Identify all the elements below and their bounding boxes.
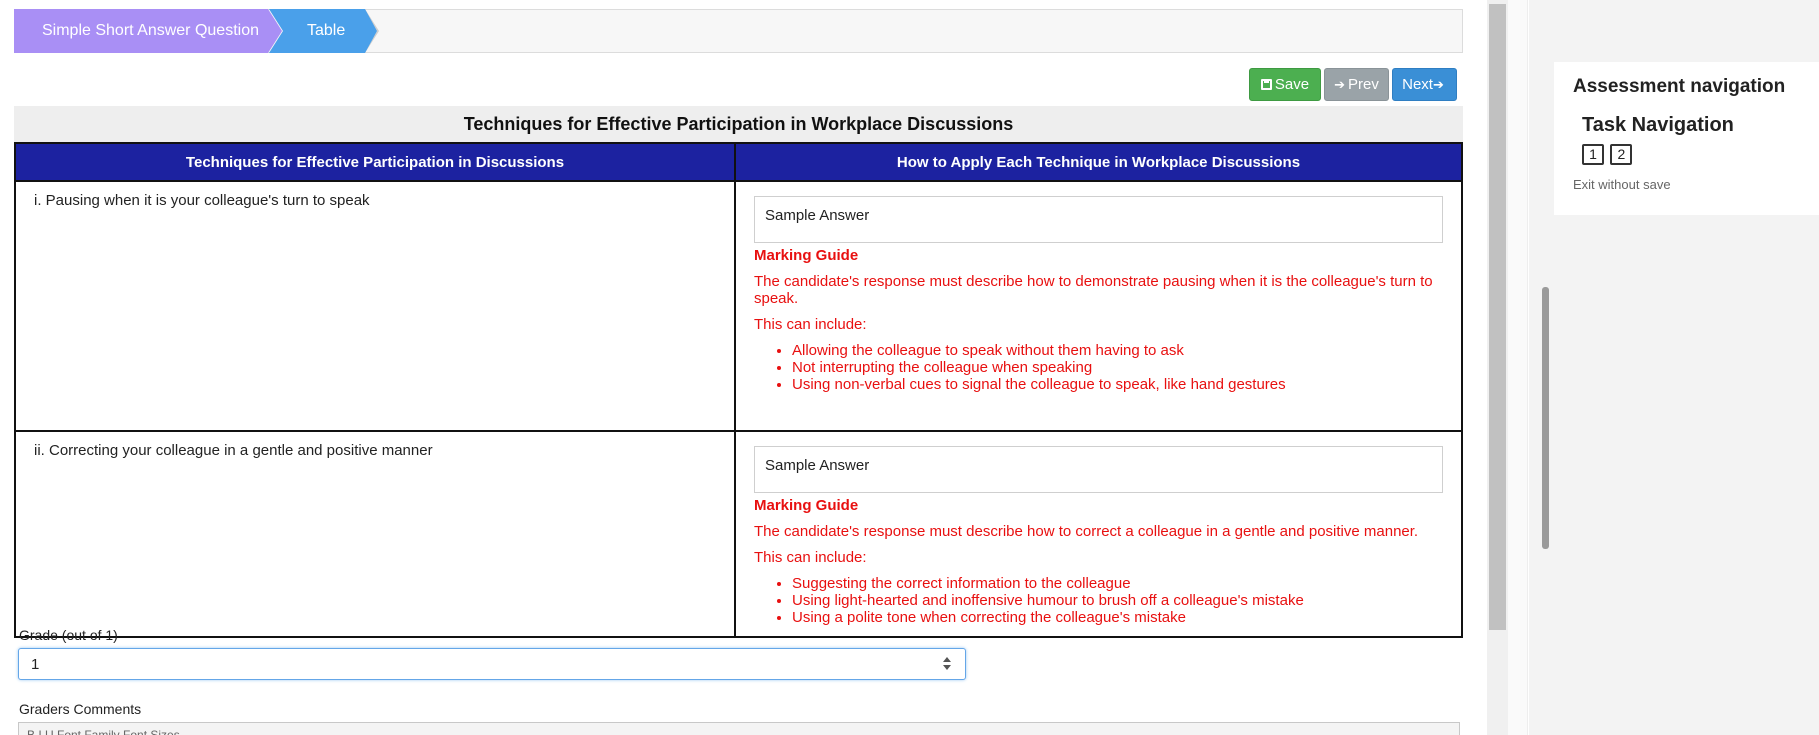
comments-editor-toolbar[interactable]: B I U Font Family Font Sizes	[18, 722, 1460, 735]
marking-guide-include: This can include:	[754, 316, 867, 333]
breadcrumb-item-simple-short-answer[interactable]: Simple Short Answer Question	[14, 9, 282, 53]
graders-comments-label: Graders Comments	[19, 701, 142, 717]
breadcrumb: Simple Short Answer Question Table	[14, 9, 1463, 53]
breadcrumb-item-table[interactable]: Table	[269, 9, 377, 53]
scrollbar-thumb[interactable]	[1489, 4, 1506, 630]
technique-cell: ii. Correcting your colleague in a gentl…	[14, 430, 736, 638]
answer-cell: Sample Answer Marking Guide The candidat…	[734, 430, 1463, 638]
column-header-techniques: Techniques for Effective Participation i…	[14, 142, 736, 182]
grade-label: Grade (out of 1)	[19, 627, 118, 643]
answer-field[interactable]: Sample Answer	[754, 446, 1443, 493]
marking-guide-list: Allowing the colleague to speak without …	[792, 342, 1443, 393]
arrow-right-icon: ➔	[1432, 77, 1444, 92]
spinner-arrows-icon[interactable]	[940, 656, 954, 672]
list-item: Not interrupting the colleague when spea…	[792, 359, 1443, 376]
marking-guide-include: This can include:	[754, 549, 867, 566]
technique-cell: i. Pausing when it is your colleague's t…	[14, 180, 736, 432]
next-label: Next	[1402, 76, 1433, 93]
list-item: Suggesting the correct information to th…	[792, 575, 1443, 592]
list-item: Allowing the colleague to speak without …	[792, 342, 1443, 359]
marking-guide-title: Marking Guide	[754, 497, 859, 514]
prev-label: Prev	[1348, 76, 1379, 93]
assessment-navigation-title: Assessment navigation	[1573, 76, 1786, 97]
save-button[interactable]: Save	[1249, 68, 1321, 101]
prev-button[interactable]: ➔ Prev	[1324, 68, 1389, 101]
task-number-list: 1 2	[1582, 144, 1634, 165]
panel-scrollbar-thumb[interactable]	[1542, 287, 1549, 549]
task-number-2[interactable]: 2	[1610, 144, 1633, 165]
gutter	[1508, 0, 1528, 735]
marking-guide-text: The candidate's response must describe h…	[754, 273, 1433, 307]
table-title: Techniques for Effective Participation i…	[14, 106, 1463, 142]
save-label: Save	[1274, 76, 1310, 93]
grade-input[interactable]	[18, 648, 966, 680]
answer-cell: Sample Answer Marking Guide The candidat…	[734, 180, 1463, 432]
list-item: Using non-verbal cues to signal the coll…	[792, 376, 1443, 393]
floppy-icon	[1260, 79, 1272, 90]
table-row: ii. Correcting your colleague in a gentl…	[14, 430, 1463, 638]
marking-guide-list: Suggesting the correct information to th…	[792, 575, 1443, 626]
exit-without-save-link[interactable]: Exit without save	[1573, 177, 1671, 192]
column-header-how-to-apply: How to Apply Each Technique in Workplace…	[734, 142, 1463, 182]
task-navigation-title: Task Navigation	[1582, 114, 1734, 136]
task-number-1[interactable]: 1	[1582, 144, 1604, 165]
table-row: i. Pausing when it is your colleague's t…	[14, 180, 1463, 432]
arrow-left-icon: ➔	[1334, 77, 1346, 92]
answer-field[interactable]: Sample Answer	[754, 196, 1443, 243]
list-item: Using a polite tone when correcting the …	[792, 609, 1443, 626]
marking-guide-text: The candidate's response must describe h…	[754, 523, 1419, 540]
marking-guide-title: Marking Guide	[754, 247, 859, 264]
main-content: Simple Short Answer Question Table Save …	[0, 0, 1480, 735]
list-item: Using light-hearted and inoffensive humo…	[792, 592, 1443, 609]
next-button[interactable]: Next➔	[1392, 68, 1457, 101]
question-table: Techniques for Effective Participation i…	[14, 142, 1463, 638]
